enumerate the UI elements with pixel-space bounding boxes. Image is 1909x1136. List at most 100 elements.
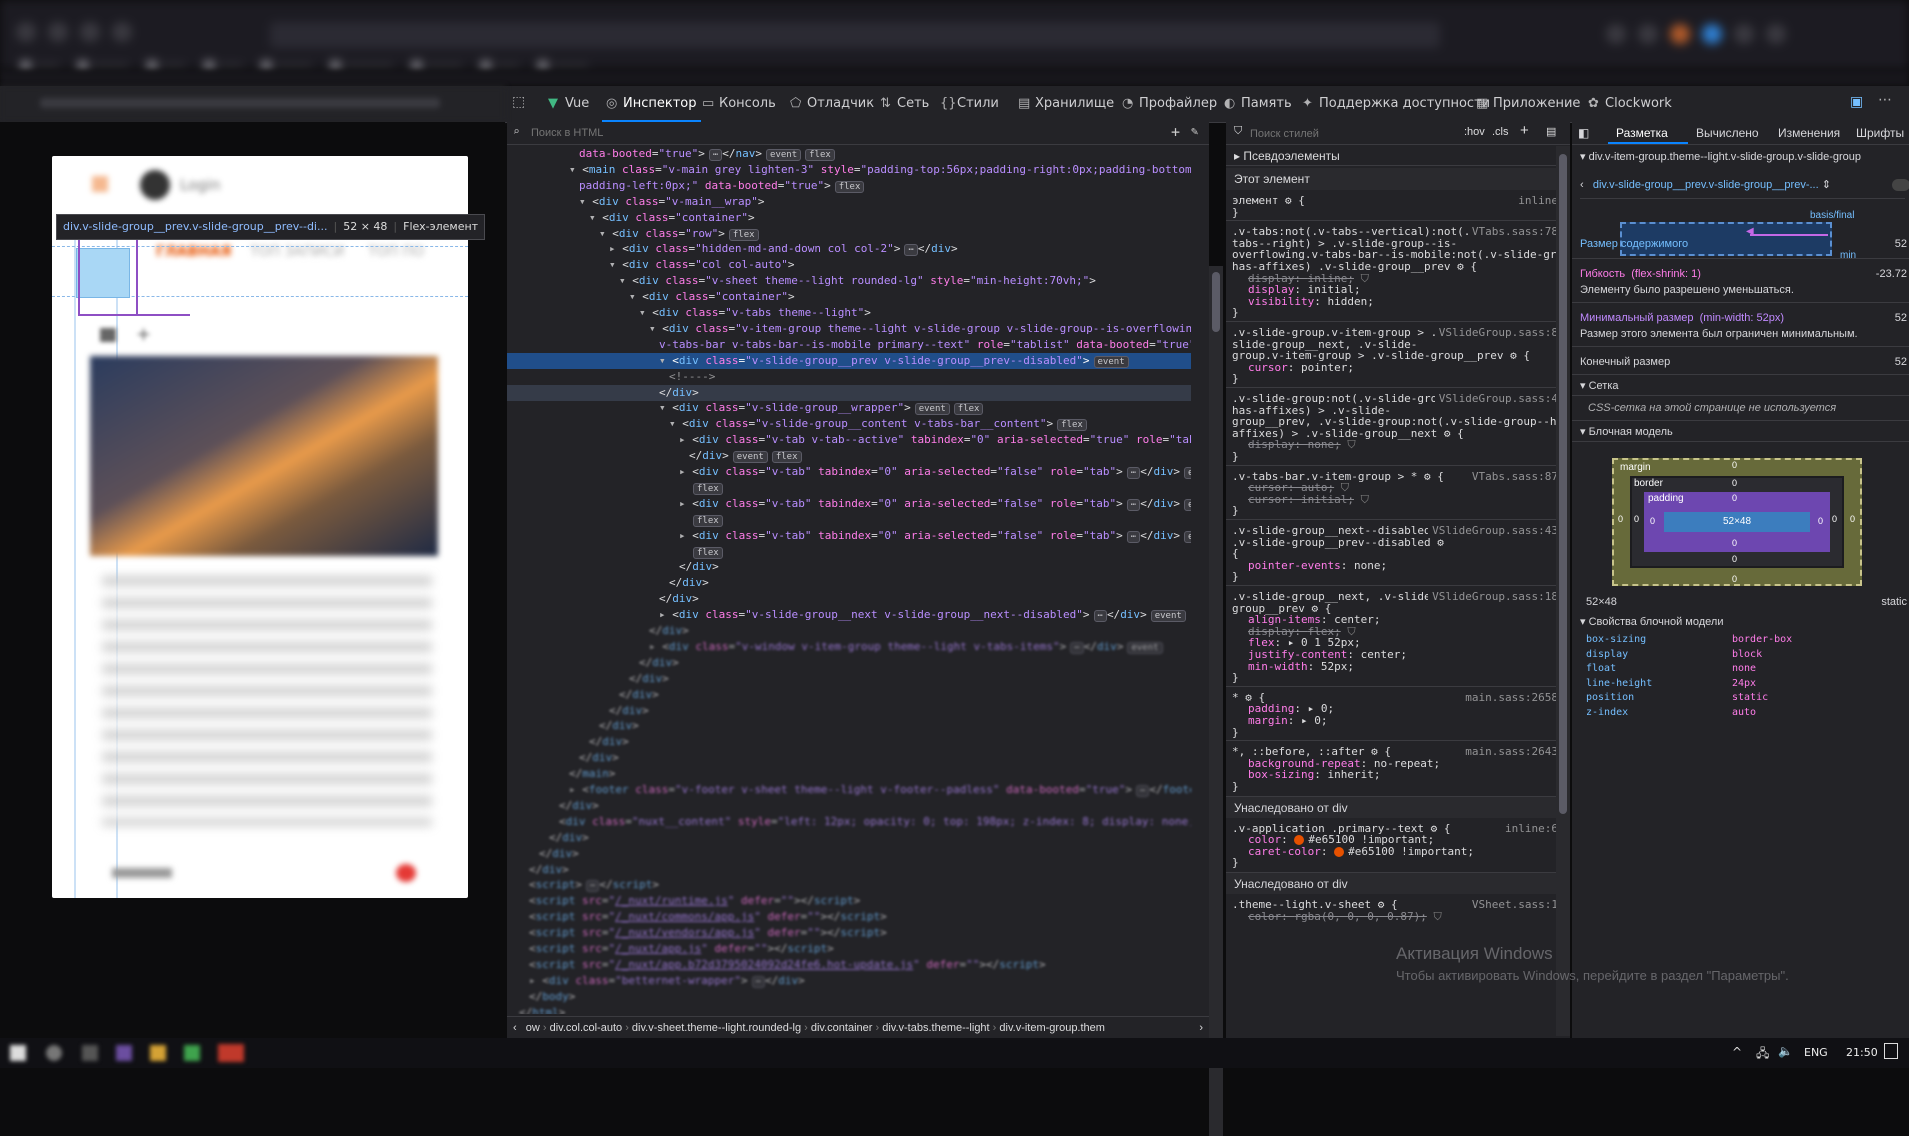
cls-toggle[interactable]: .cls — [1492, 126, 1509, 138]
html-node-line[interactable]: <div class="nuxt__content" style="left: … — [507, 814, 1191, 830]
breadcrumb-item[interactable]: div.v-sheet.theme--light.rounded-lg — [632, 1022, 801, 1034]
clock[interactable]: 21:50 — [1846, 1046, 1878, 1059]
html-node-line[interactable]: ▾ <div class="row"> flex — [507, 226, 1191, 242]
html-node-line[interactable]: </div> — [507, 559, 1191, 575]
rules-filter-input[interactable] — [1248, 125, 1422, 143]
html-node-line[interactable]: ▾ <div class="v-slide-group__wrapper"> ev… — [507, 400, 1191, 416]
html-node-line[interactable]: </div> — [507, 718, 1191, 734]
html-node-line[interactable]: <script src="/_nuxt/app.js" defer=""></s… — [507, 941, 1191, 957]
flex-item-header[interactable]: ‹ div.v-slide-group__prev.v-slide-group_… — [1580, 172, 1909, 199]
network-icon[interactable]: 🖧 — [1756, 1044, 1769, 1065]
expand-arrow-icon[interactable]: ▸ — [679, 497, 692, 510]
html-node-line[interactable]: </div> — [507, 750, 1191, 766]
rules-scrollbar[interactable] — [1556, 146, 1570, 1036]
app-icon[interactable] — [116, 1045, 132, 1061]
expand-arrow-icon[interactable]: ▸ — [649, 640, 662, 653]
volume-icon[interactable]: 🔈 — [1778, 1044, 1793, 1058]
browser-nav-buttons[interactable] — [10, 22, 138, 46]
html-node-line[interactable]: ▸ <div class="betternet-wrapper"> ⋯ </div> — [507, 973, 1191, 989]
add-node-icon[interactable]: + — [1171, 123, 1180, 141]
breadcrumb-item[interactable]: div.v-tabs.theme--light — [882, 1022, 989, 1034]
border-right-value[interactable]: 0 — [1832, 514, 1837, 524]
html-node-line[interactable]: </div> — [507, 591, 1191, 607]
collapse-arrow-icon[interactable]: ▾ — [659, 354, 672, 367]
html-node-line[interactable]: </div> — [507, 703, 1191, 719]
html-node-line[interactable]: ▾ <div class="v-item-group theme--light … — [507, 321, 1191, 337]
margin-top-value[interactable]: 0 — [1732, 460, 1737, 470]
tab-style-editor[interactable]: {}Стили — [940, 86, 999, 122]
margin-left-value[interactable]: 0 — [1618, 514, 1623, 524]
html-node-line[interactable]: </div> event flex — [507, 448, 1191, 464]
pseudo-elements-toggle[interactable]: ▸ Псевдоэлементы — [1226, 146, 1570, 166]
html-node-line[interactable]: ▸ <div class="hidden-md-and-down col col… — [507, 241, 1191, 257]
breadcrumb-item[interactable]: div.container — [811, 1022, 873, 1034]
tab-changes[interactable]: Изменения — [1778, 126, 1840, 140]
html-node-line[interactable]: </div> — [507, 830, 1191, 846]
avatar[interactable] — [140, 170, 170, 200]
print-media-icon[interactable]: ▤ — [1546, 125, 1556, 138]
css-value[interactable]: rgba(0, 0, 0, 0.87); — [1294, 910, 1426, 923]
tab-clockwork[interactable]: ✿ Clockwork — [1588, 86, 1672, 122]
border-bottom-value[interactable]: 0 — [1732, 554, 1737, 564]
html-node-line[interactable]: ▾ <div class="container"> — [507, 210, 1191, 226]
html-node-line[interactable]: ▸ <div class="v-tab v-tab--active" tabin… — [507, 432, 1191, 448]
html-search-input[interactable] — [529, 124, 1133, 142]
html-node-line[interactable]: ▸ <div class="v-window v-item-group them… — [507, 639, 1191, 655]
html-node-line[interactable]: ▸ <div class="v-tab" tabindex="0" aria-s… — [507, 496, 1191, 512]
html-node-line[interactable]: </div> — [507, 798, 1191, 814]
tab-accessibility[interactable]: ✦ Поддержка доступности — [1302, 86, 1490, 122]
tab-storage[interactable]: ▤ Хранилище — [1018, 86, 1114, 122]
collapse-arrow-icon[interactable]: ▾ — [579, 195, 592, 208]
tab-network[interactable]: ⇅ Сеть — [880, 86, 929, 122]
folder-icon[interactable] — [150, 1045, 166, 1061]
collapse-arrow-icon[interactable]: ▾ — [629, 290, 642, 303]
html-node-line[interactable]: <!----> — [507, 369, 1191, 385]
html-node-line[interactable]: <script src="/_nuxt/vendors/app.js" defe… — [507, 925, 1191, 941]
highlight-toggle[interactable] — [1892, 179, 1909, 191]
post-image[interactable] — [90, 356, 438, 556]
more-options-icon[interactable]: ⋯ — [1878, 92, 1892, 108]
tab-console[interactable]: ▭ Консоль — [702, 86, 776, 122]
tab-application[interactable]: ▦ Приложение — [1476, 86, 1580, 122]
html-node-line[interactable]: ▾ <main class="v-main grey lighten-3" st… — [507, 162, 1191, 178]
box-model-content[interactable]: 52×48 — [1664, 512, 1810, 532]
select-arrows-icon[interactable]: ⇕ — [1819, 179, 1831, 191]
box-model-section-toggle[interactable]: ▾ Блочная модель — [1572, 420, 1909, 442]
html-node-line[interactable]: </main> — [507, 766, 1191, 782]
html-node-line[interactable]: ▸ <div class="v-tab" tabindex="0" aria-s… — [507, 464, 1191, 480]
border-left-value[interactable]: 0 — [1634, 514, 1639, 524]
padding-left-value[interactable]: 0 — [1650, 516, 1655, 526]
browser-app-icon[interactable] — [218, 1044, 244, 1062]
collapse-arrow-icon[interactable]: ▾ — [659, 401, 672, 414]
html-node-line[interactable]: v-tabs-bar v-tabs-bar--is-mobile primary… — [507, 337, 1191, 353]
responsive-mode-icon[interactable]: ▣ — [1850, 94, 1863, 110]
html-node-line[interactable]: ▸ <div class="v-slide-group__next v-slid… — [507, 607, 1191, 623]
padding-right-value[interactable]: 0 — [1818, 516, 1823, 526]
app-icon[interactable] — [82, 1045, 98, 1061]
hov-toggle[interactable]: :hov — [1464, 126, 1485, 138]
html-node-line[interactable]: <script src="/_nuxt/commons/app.js" defe… — [507, 909, 1191, 925]
notifications-icon[interactable] — [1884, 1043, 1898, 1059]
collapse-arrow-icon[interactable]: ▾ — [599, 227, 612, 240]
expand-arrow-icon[interactable]: ▸ — [609, 242, 622, 255]
collapse-arrow-icon[interactable]: ▾ — [569, 163, 582, 176]
expand-arrow-icon[interactable]: ▸ — [679, 465, 692, 478]
collapse-arrow-icon[interactable]: ▾ — [609, 258, 622, 271]
back-icon[interactable]: ‹ — [1580, 179, 1593, 191]
breadcrumb-item[interactable]: div.col.col-auto — [550, 1022, 623, 1034]
grid-section-toggle[interactable]: ▾ Сетка — [1572, 374, 1909, 396]
html-node-line[interactable]: ▾ <div class="container"> — [507, 289, 1191, 305]
start-icon[interactable] — [10, 1045, 26, 1061]
html-node-line[interactable]: ▾ <div class="col col-auto"> — [507, 257, 1191, 273]
collapse-arrow-icon[interactable]: ▾ — [619, 274, 632, 287]
box-model-padding[interactable]: padding 0 0 0 0 52×48 — [1644, 492, 1830, 552]
eyedropper-icon[interactable]: ✎ — [1191, 124, 1198, 138]
color-swatch-icon[interactable] — [1334, 846, 1345, 857]
expand-arrow-icon[interactable]: ▸ — [569, 783, 582, 796]
html-node-line[interactable]: </div> — [507, 671, 1191, 687]
box-model-margin[interactable]: margin 0 0 0 0 border 0 0 0 0 padding 0 … — [1612, 458, 1862, 586]
html-node-line[interactable]: ▾ <div class="v-tabs theme--light"> — [507, 305, 1191, 321]
margin-right-value[interactable]: 0 — [1850, 514, 1855, 524]
html-node-line[interactable]: </div> — [507, 384, 1191, 401]
padding-bottom-value[interactable]: 0 — [1732, 538, 1737, 548]
